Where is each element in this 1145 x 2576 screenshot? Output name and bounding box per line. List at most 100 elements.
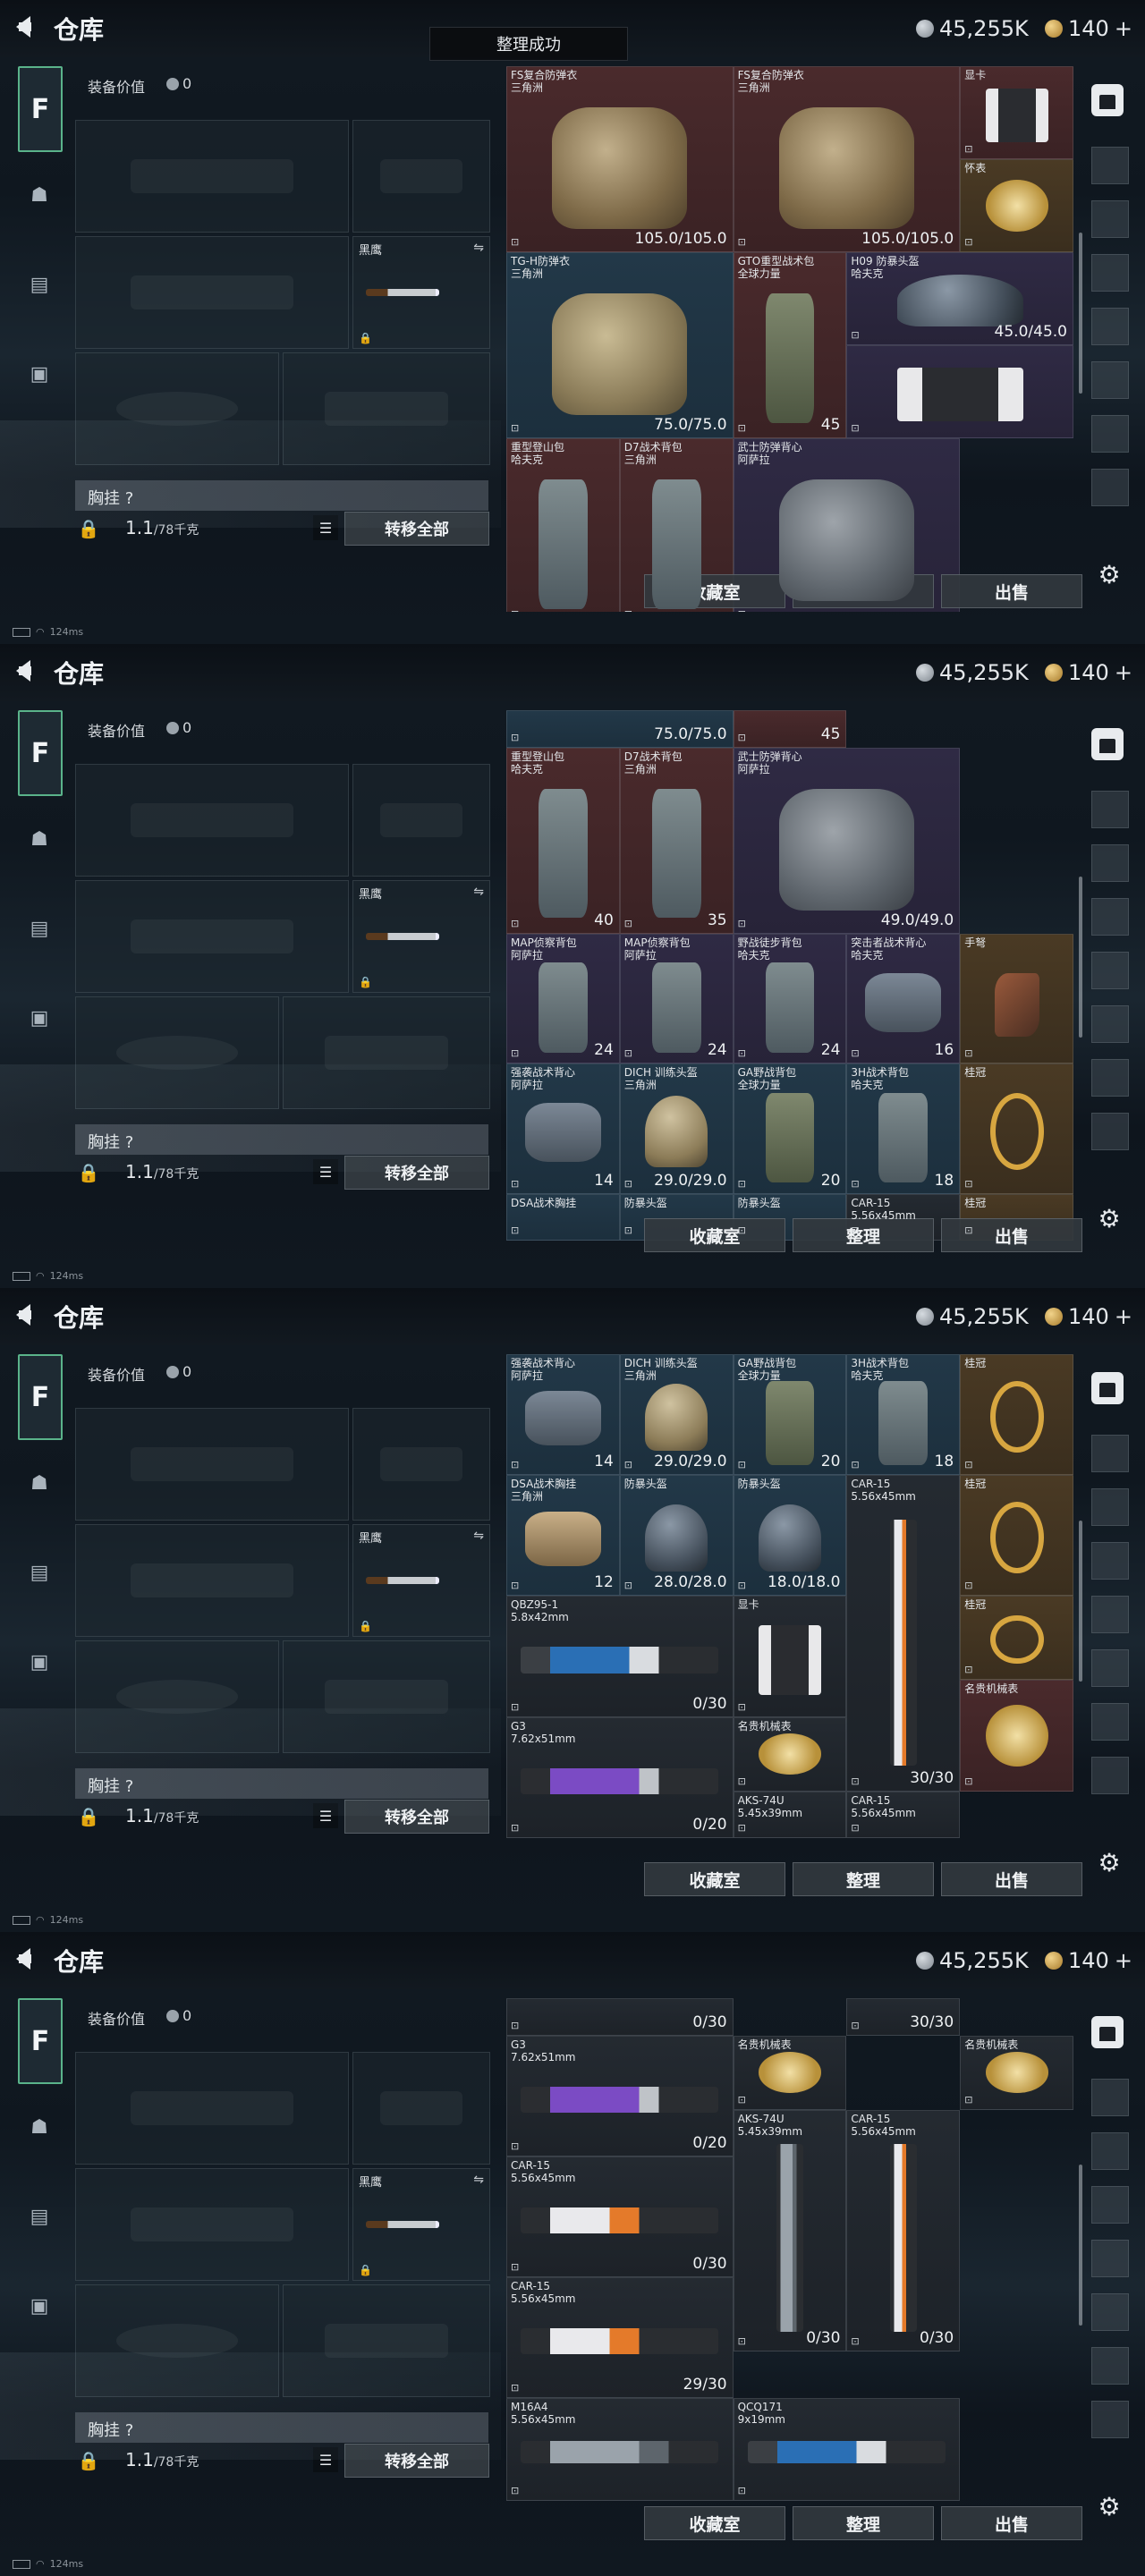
gear-icon[interactable]: ⚙ — [1095, 1848, 1124, 1877]
secondary-weapon-slot[interactable] — [352, 1408, 490, 1521]
storage-tab[interactable] — [1091, 361, 1129, 399]
inventory-item[interactable]: 突击者战术背心 哈夫克 16 ⊡ — [846, 933, 961, 1064]
storage-tab[interactable] — [1091, 1542, 1129, 1580]
list-icon[interactable]: ☰ — [313, 1803, 338, 1828]
gold-balance[interactable]: 140 + — [1045, 14, 1132, 43]
nav-consumables[interactable]: ▤ — [18, 907, 61, 950]
helmet-slot[interactable] — [75, 1640, 279, 1753]
inventory-item[interactable]: 桂冠 ⊡ — [960, 1354, 1073, 1476]
lock-button[interactable]: 🔒 — [72, 1800, 106, 1834]
chest-rig-slot[interactable]: 胸挂 ? — [75, 1124, 488, 1155]
scrollbar[interactable] — [1079, 1521, 1082, 1682]
chest-rig-slot[interactable]: 胸挂 ? — [75, 2412, 488, 2443]
inventory-item[interactable]: 武士防弹背心 阿萨拉 49.0/49.0 ⊡ — [733, 747, 961, 934]
melee-slot[interactable]: 黑鹰 ⇋ 🔒 — [352, 236, 490, 349]
inventory-item[interactable]: 桂冠 ⊡ — [960, 1063, 1073, 1194]
inventory-item[interactable]: G3 7.62x51mm 0/20 ⊡ — [506, 1716, 734, 1838]
second-weapon-slot[interactable] — [75, 2168, 349, 2281]
melee-slot[interactable]: 黑鹰 ⇋ 🔒 — [352, 1524, 490, 1637]
secondary-weapon-slot[interactable] — [352, 120, 490, 233]
primary-weapon-slot[interactable] — [75, 1408, 349, 1521]
silver-balance[interactable]: 45,255K — [916, 658, 1029, 687]
inventory-item[interactable]: 强袭战术背心 阿萨拉 14 ⊡ — [506, 1063, 620, 1194]
organize-button[interactable]: 整理 — [793, 2506, 934, 2540]
sell-button[interactable]: 出售 — [941, 1862, 1082, 1896]
add-gold-button[interactable]: + — [1115, 660, 1132, 685]
inventory-item[interactable]: AKS-74U 5.45x39mm ⊡ — [733, 1791, 847, 1838]
list-icon[interactable]: ☰ — [313, 1159, 338, 1184]
scrollbar[interactable] — [1079, 877, 1082, 1038]
back-arrow-icon[interactable] — [16, 1948, 31, 1970]
nav-consumables[interactable]: ▤ — [18, 263, 61, 306]
storage-tab[interactable] — [1091, 1005, 1129, 1043]
gear-icon[interactable]: ⚙ — [1095, 560, 1124, 589]
scrollbar[interactable] — [1079, 233, 1082, 394]
lock-button[interactable]: 🔒 — [72, 512, 106, 546]
storage-tab[interactable] — [1091, 308, 1129, 345]
lock-button[interactable]: 🔒 — [72, 2444, 106, 2478]
swap-icon[interactable]: ⇋ — [473, 1529, 484, 1543]
inventory-item[interactable]: FS复合防弹衣 三角洲 105.0/105.0 ⊡ — [506, 66, 734, 252]
lock-button[interactable]: 🔒 — [72, 1156, 106, 1190]
inventory-item[interactable]: 重型登山包 哈夫克 ⊡ — [506, 438, 620, 612]
nav-armor[interactable]: ☗ — [18, 818, 61, 860]
warehouse-home-icon[interactable] — [1091, 1372, 1124, 1404]
helmet-slot[interactable] — [75, 352, 279, 465]
storage-tab[interactable] — [1091, 1059, 1129, 1097]
swap-icon[interactable]: ⇋ — [473, 241, 484, 255]
gear-icon[interactable]: ⚙ — [1095, 2492, 1124, 2521]
storage-tab[interactable] — [1091, 147, 1129, 184]
add-gold-button[interactable]: + — [1115, 16, 1132, 41]
melee-slot[interactable]: 黑鹰 ⇋ 🔒 — [352, 880, 490, 993]
inventory-item[interactable]: 0/30 ⊡ — [506, 1998, 734, 2036]
collection-button[interactable]: 收藏室 — [644, 2506, 785, 2540]
primary-weapon-slot[interactable] — [75, 2052, 349, 2165]
list-icon[interactable]: ☰ — [313, 2447, 338, 2472]
back-arrow-icon[interactable] — [16, 1304, 31, 1326]
nav-weapons[interactable]: F — [18, 1354, 63, 1440]
second-weapon-slot[interactable] — [75, 1524, 349, 1637]
primary-weapon-slot[interactable] — [75, 120, 349, 233]
inventory-item[interactable]: CAR-15 5.56x45mm 0/30 ⊡ — [506, 2156, 734, 2277]
inventory-item[interactable]: AKS-74U 5.45x39mm 0/30 ⊡ — [733, 2109, 847, 2352]
silver-balance[interactable]: 45,255K — [916, 14, 1029, 43]
inventory-item[interactable]: DSA战术胸挂 三角洲 12 ⊡ — [506, 1475, 620, 1597]
nav-weapons[interactable]: F — [18, 66, 63, 152]
back-arrow-icon[interactable] — [16, 660, 31, 682]
inventory-item[interactable]: CAR-15 5.56x45mm 0/30 ⊡ — [846, 2109, 961, 2352]
transfer-all-button[interactable]: 转移全部 — [344, 2444, 489, 2478]
storage-tab[interactable] — [1091, 1757, 1129, 1794]
inventory-item[interactable]: MAP侦察背包 阿萨拉 24 ⊡ — [506, 933, 620, 1064]
add-gold-button[interactable]: + — [1115, 1948, 1132, 1973]
inventory-item[interactable]: GA野战背包 全球力量 20 ⊡ — [733, 1063, 847, 1194]
inventory-item[interactable]: MAP侦察背包 阿萨拉 24 ⊡ — [619, 933, 734, 1064]
gold-balance[interactable]: 140 + — [1045, 1946, 1132, 1975]
inventory-item[interactable]: 45 ⊡ — [733, 710, 847, 748]
nav-weapons[interactable]: F — [18, 1998, 63, 2084]
inventory-item[interactable]: DSA战术胸挂 ⊡ — [506, 1193, 620, 1241]
storage-tab[interactable] — [1091, 2079, 1129, 2116]
secondary-weapon-slot[interactable] — [352, 2052, 490, 2165]
inventory-item[interactable]: DICH 训练头盔 三角洲 29.0/29.0 ⊡ — [619, 1354, 734, 1476]
inventory-item[interactable]: 重型登山包 哈夫克 40 ⊡ — [506, 747, 620, 934]
inventory-item[interactable]: CAR-15 5.56x45mm 30/30 ⊡ — [846, 1475, 961, 1792]
inventory-item[interactable]: 显卡 ⊡ — [733, 1596, 847, 1717]
list-icon[interactable]: ☰ — [313, 515, 338, 540]
sell-button[interactable]: 出售 — [941, 1218, 1082, 1252]
inventory-item[interactable]: TG-H防弹衣 三角洲 75.0/75.0 ⊡ — [506, 252, 734, 438]
secondary-weapon-slot[interactable] — [352, 764, 490, 877]
second-weapon-slot[interactable] — [75, 236, 349, 349]
nav-consumables[interactable]: ▤ — [18, 2195, 61, 2238]
sell-button[interactable]: 出售 — [941, 2506, 1082, 2540]
inventory-item[interactable]: 防暴头盔 18.0/18.0 ⊡ — [733, 1475, 847, 1597]
inventory-item[interactable]: M16A4 5.56x45mm ⊡ — [506, 2398, 734, 2501]
melee-slot[interactable]: 黑鹰 ⇋ 🔒 — [352, 2168, 490, 2281]
inventory-item[interactable]: 野战徒步背包 哈夫克 24 ⊡ — [733, 933, 847, 1064]
transfer-all-button[interactable]: 转移全部 — [344, 1156, 489, 1190]
storage-tab[interactable] — [1091, 1596, 1129, 1633]
armor-slot[interactable] — [283, 1640, 490, 1753]
storage-tab[interactable] — [1091, 898, 1129, 936]
primary-weapon-slot[interactable] — [75, 764, 349, 877]
swap-icon[interactable]: ⇋ — [473, 885, 484, 899]
inventory-item[interactable]: CAR-15 5.56x45mm 29/30 ⊡ — [506, 2277, 734, 2399]
